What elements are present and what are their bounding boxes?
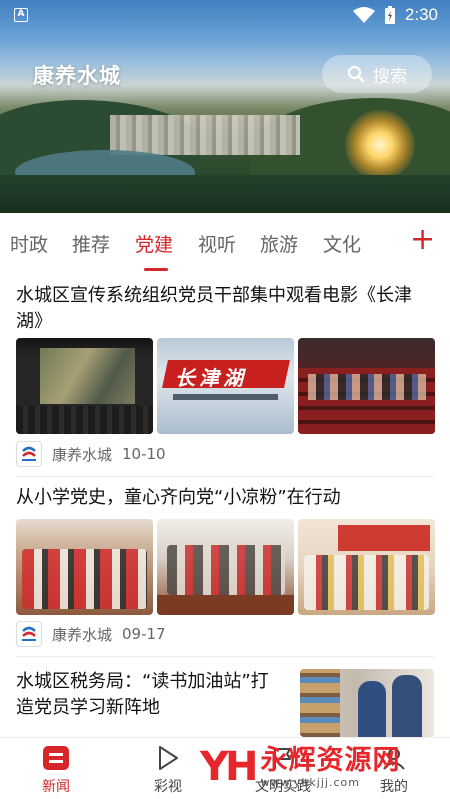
wifi-icon: [352, 7, 375, 23]
nav-news-label: 新闻: [42, 779, 70, 795]
app-notification-icon: A: [14, 8, 28, 22]
nav-video-label: 彩视: [154, 779, 182, 795]
search-button[interactable]: 搜索: [322, 55, 432, 93]
banner-sun: [345, 110, 415, 180]
poster-title: 长津湖: [175, 366, 247, 390]
status-icons: 2:30: [352, 5, 438, 25]
news-image: [300, 669, 434, 737]
nav-video[interactable]: 彩视: [128, 744, 208, 796]
news-image: [298, 519, 435, 615]
news-icon: [43, 746, 69, 770]
header-banner: A 2:30 康养水城 搜索: [0, 0, 450, 213]
news-image: [16, 519, 153, 615]
tab-lvyou[interactable]: 旅游: [260, 230, 298, 257]
news-date: 10-10: [122, 445, 166, 463]
news-source: 康养水城: [52, 625, 113, 644]
news-date: 09-17: [122, 625, 166, 643]
search-label: 搜索: [373, 66, 407, 87]
news-title[interactable]: 水城区税务局：“读书加油站”打造党员学习新阵地: [16, 669, 286, 721]
watermark-url: www.yhkjjj.com: [260, 775, 360, 789]
watermark-name: 永辉资源网: [260, 744, 401, 776]
tab-dangjian[interactable]: 党建: [135, 230, 173, 257]
source-logo-icon: [16, 441, 42, 467]
news-thumbnails: [16, 519, 435, 615]
add-tab-button[interactable]: +: [410, 225, 435, 255]
news-item[interactable]: 水城区宣传系统组织党员干部集中观看电影《长津湖》 长津湖 康养水城 10-10: [0, 271, 450, 477]
banner-foreground: [0, 175, 450, 213]
news-image: [16, 338, 153, 434]
news-image: [157, 519, 294, 615]
news-image: 长津湖: [157, 338, 294, 434]
tab-tuijian[interactable]: 推荐: [72, 230, 110, 257]
battery-icon: [384, 6, 395, 24]
tab-shiting[interactable]: 视听: [198, 230, 236, 257]
news-title[interactable]: 水城区宣传系统组织党员干部集中观看电影《长津湖》: [16, 283, 436, 335]
play-icon: [159, 746, 178, 770]
category-tabs: 时政 推荐 党建 视听 旅游 文化 +: [0, 213, 450, 271]
news-title[interactable]: 从小学党史，童心齐向党“小凉粉”在行动: [16, 485, 436, 511]
app-title: 康养水城: [33, 64, 121, 88]
news-meta: 康养水城 09-17: [16, 621, 166, 647]
nav-news[interactable]: 新闻: [16, 744, 96, 796]
search-icon: [347, 65, 365, 83]
watermark: YH 永辉资源网 www.yhkjjj.com: [200, 738, 440, 796]
news-item[interactable]: 从小学党史，童心齐向党“小凉粉”在行动 康养水城 09-17: [0, 477, 450, 657]
news-item[interactable]: 水城区税务局：“读书加油站”打造党员学习新阵地: [0, 657, 450, 737]
watermark-logo: YH: [200, 744, 258, 790]
news-source: 康养水城: [52, 445, 113, 464]
news-image: [298, 338, 435, 434]
status-bar: A 2:30: [0, 0, 450, 32]
banner-city: [110, 115, 300, 155]
source-logo-icon: [16, 621, 42, 647]
status-time: 2:30: [404, 5, 438, 24]
news-meta: 康养水城 10-10: [16, 441, 166, 467]
news-thumbnails: 长津湖: [16, 338, 435, 434]
tab-shizheng[interactable]: 时政: [10, 230, 48, 257]
tab-wenhua[interactable]: 文化: [323, 230, 361, 257]
